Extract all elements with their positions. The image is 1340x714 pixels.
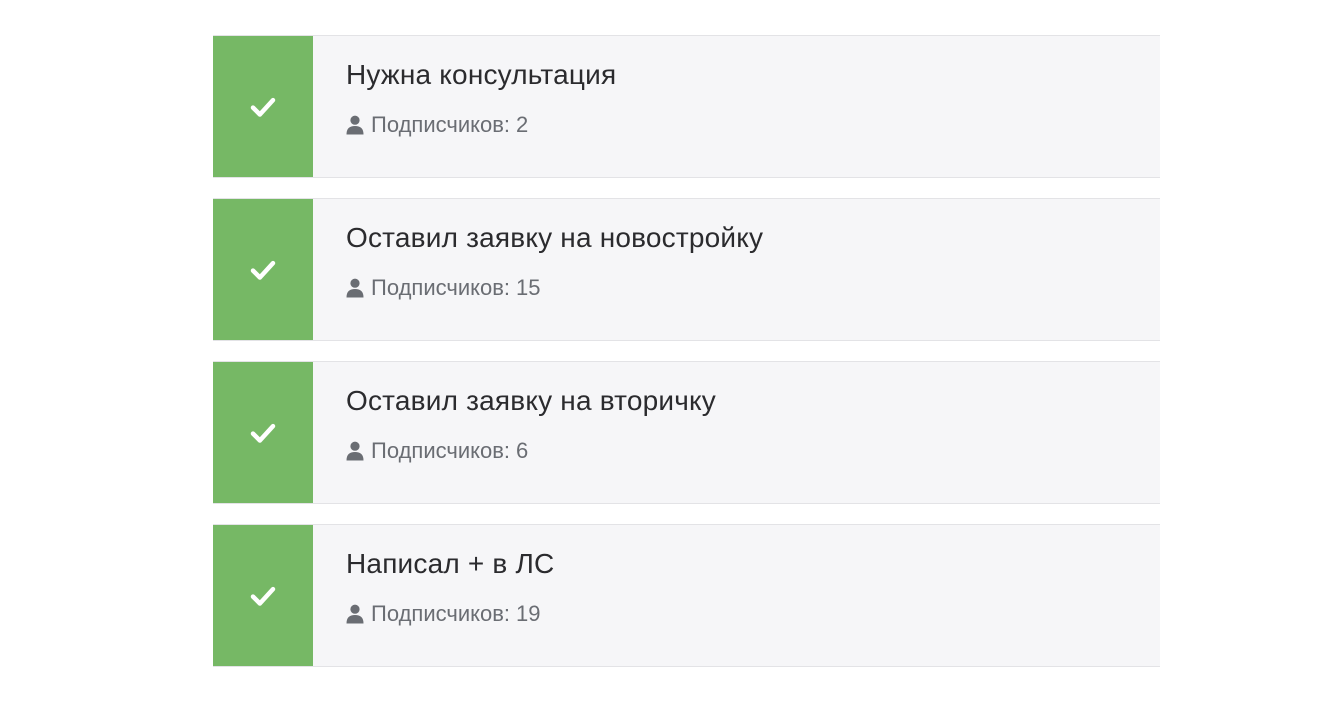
segment-selected-toggle[interactable] xyxy=(213,199,313,340)
segment-content: Написал + в ЛС Подписчиков: 19 xyxy=(313,525,554,666)
segment-selected-toggle[interactable] xyxy=(213,36,313,177)
subscribers-count: 6 xyxy=(516,438,529,463)
segment-card[interactable]: Оставил заявку на вторичку Подписчиков: … xyxy=(213,361,1160,504)
user-icon xyxy=(346,115,364,135)
segment-title: Оставил заявку на новостройку xyxy=(346,222,764,253)
check-icon xyxy=(250,586,276,606)
segment-title: Оставил заявку на вторичку xyxy=(346,385,717,416)
segment-content: Нужна консультация Подписчиков: 2 xyxy=(313,36,616,177)
segment-list: Нужна консультация Подписчиков: 2 Остави… xyxy=(213,35,1160,687)
subscribers-label: Подписчиков: xyxy=(371,601,511,626)
user-icon xyxy=(346,441,364,461)
segment-title: Написал + в ЛС xyxy=(346,548,555,579)
segment-selected-toggle[interactable] xyxy=(213,525,313,666)
check-icon xyxy=(250,260,276,280)
subscribers-label: Подписчиков: xyxy=(371,275,511,300)
segment-card[interactable]: Оставил заявку на новостройку Подписчико… xyxy=(213,198,1160,341)
subscribers-label: Подписчиков: xyxy=(371,112,511,137)
segment-selected-toggle[interactable] xyxy=(213,362,313,503)
subscribers-count: 15 xyxy=(516,275,541,300)
segment-card[interactable]: Нужна консультация Подписчиков: 2 xyxy=(213,35,1160,178)
subscribers-label: Подписчиков: xyxy=(371,438,511,463)
subscribers-count: 2 xyxy=(516,112,529,137)
segment-subscribers: Подписчиков: 6 xyxy=(346,438,716,464)
user-icon xyxy=(346,278,364,298)
segment-content: Оставил заявку на вторичку Подписчиков: … xyxy=(313,362,716,503)
segment-content: Оставил заявку на новостройку Подписчико… xyxy=(313,199,763,340)
segment-subscribers: Подписчиков: 2 xyxy=(346,112,616,138)
check-icon xyxy=(250,97,276,117)
segment-subscribers: Подписчиков: 19 xyxy=(346,601,554,627)
subscribers-count: 19 xyxy=(516,601,541,626)
check-icon xyxy=(250,423,276,443)
user-icon xyxy=(346,604,364,624)
segment-subscribers: Подписчиков: 15 xyxy=(346,275,763,301)
segment-title: Нужна консультация xyxy=(346,59,617,90)
segment-card[interactable]: Написал + в ЛС Подписчиков: 19 xyxy=(213,524,1160,667)
